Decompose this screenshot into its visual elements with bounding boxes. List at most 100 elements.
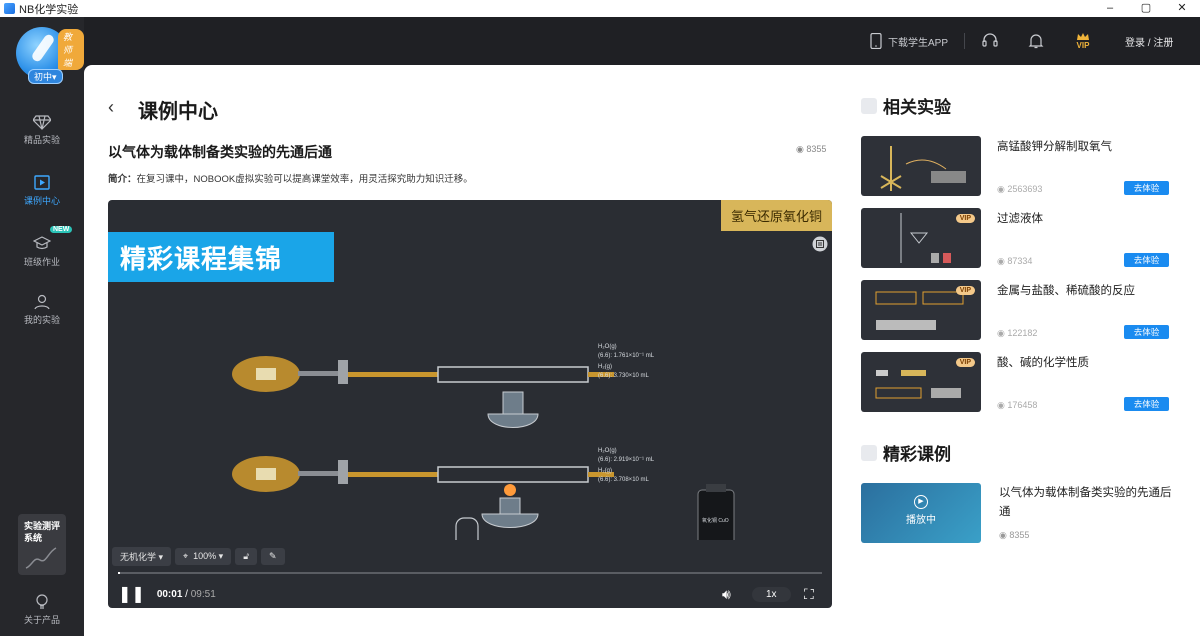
reading-label: H₂(g) (598, 468, 612, 474)
vip-badge: VIP (955, 214, 975, 223)
trophy-icon (861, 444, 877, 461)
related-item-views: ◉ 2563693 (997, 184, 1043, 194)
try-experiment-button[interactable]: 去体验 (1124, 253, 1169, 267)
reading-label: (6.6): 2.919×10⁻¹ mL (598, 457, 655, 463)
related-item-name: 高锰酸钾分解制取氧气 (997, 141, 1112, 153)
speed-button[interactable]: 1x (752, 586, 791, 602)
teacher-badge: 教师端 (58, 29, 84, 70)
page-title: 课例中心 (138, 101, 218, 123)
try-experiment-button[interactable]: 去体验 (1124, 181, 1169, 195)
related-item-views: ◉ 176458 (997, 400, 1038, 410)
flame (504, 484, 516, 496)
playing-label: 播放中 (906, 515, 936, 526)
related-item[interactable]: 高锰酸钾分解制取氧气 ◉ 2563693 去体验 (861, 136, 1191, 196)
glass-tube-upper (437, 366, 589, 383)
download-app-link[interactable]: 下载学生APP (870, 17, 948, 65)
eye-icon: ◉ (796, 144, 804, 154)
fullscreen-icon[interactable]: ⛶ (804, 586, 814, 603)
current-time: 00:01 (156, 588, 183, 600)
sidebar-item-label: 我的实验 (23, 315, 60, 325)
featured-thumbnail: ▶ 播放中 (861, 483, 981, 543)
zoom-control[interactable]: ⌖ 100% ▾ (175, 547, 232, 565)
related-item-views: ◉ 87334 (997, 256, 1033, 266)
featured-item-title: 以气体为载体制备类实验的先通后通 (999, 487, 1172, 518)
chart-line-icon (25, 547, 57, 569)
vip-badge: VIP (955, 286, 975, 295)
alcohol-lamp-upper (487, 391, 539, 428)
eval-card-label: 实验测评系统 (24, 521, 61, 543)
eval-system-card[interactable]: 实验测评系统 (18, 514, 66, 575)
back-button[interactable]: ‹ (108, 97, 114, 118)
sidebar-item-class-homework[interactable]: NEW 班级作业 (0, 226, 84, 268)
related-item[interactable]: VIP 金属与盐酸、稀硫酸的反应 ◉ 122182 去体验 (861, 280, 1191, 340)
experiment-thumbnail: VIP (861, 208, 981, 268)
volume-icon[interactable]: 🔊︎ (722, 586, 731, 603)
sidebar-item-label: 关于产品 (23, 615, 60, 625)
sidebar-item-about[interactable]: 关于产品 (0, 594, 84, 626)
reading-label: H₂O(g) (598, 344, 617, 350)
reading-label: H₂(g) (598, 364, 612, 370)
video-player[interactable]: 精彩课程集锦 氢气还原氧化铜 H₂O(g) (6.6): 1.761×10⁻¹ … (108, 200, 832, 608)
user-icon (34, 294, 50, 310)
new-badge: NEW (50, 226, 73, 233)
grade-selector[interactable]: 初中▾ (28, 69, 63, 84)
main-panel: ‹ 课例中心 以气体为载体制备类实验的先通后通 ◉ 8355 简介：在复习课中，… (84, 65, 1200, 636)
reading-label: (6.6): 1.761×10⁻¹ mL (598, 353, 655, 359)
video-progress-bar[interactable] (118, 572, 822, 574)
related-item[interactable]: VIP 酸、碱的化学性质 ◉ 176458 去体验 (861, 352, 1191, 412)
crown-icon (1077, 32, 1089, 40)
support-button[interactable] (982, 17, 998, 65)
experiment-thumbnail: VIP (861, 280, 981, 340)
lock-icon[interactable]: 🔓︎ (235, 547, 258, 565)
time-separator: / (182, 588, 191, 600)
pause-button[interactable]: ❚❚ (118, 584, 145, 604)
pen-icon[interactable]: ✎ (261, 547, 285, 565)
sidebar-item-label: 课例中心 (23, 196, 60, 206)
headset-icon (982, 33, 998, 47)
close-button[interactable]: ✕ (1164, 0, 1200, 17)
bell-icon (1028, 34, 1044, 49)
play-icon: ▶ (914, 495, 928, 509)
lightbulb-icon (36, 594, 48, 609)
experiment-thumbnail: VIP (861, 352, 981, 412)
related-experiments-title: 相关实验 (861, 93, 951, 118)
beaker (455, 517, 479, 540)
related-item-views: ◉ 122182 (997, 328, 1038, 338)
sidebar-item-label: 精品实验 (23, 135, 60, 145)
related-item-name: 酸、碱的化学性质 (997, 357, 1089, 369)
sidebar-item-lesson-center[interactable]: 课例中心 (0, 175, 84, 207)
glass-tube-lower (437, 466, 589, 483)
phone-icon (870, 33, 882, 49)
featured-item-views: ◉ 8355 (999, 530, 1030, 540)
alcohol-lamp-lower (481, 497, 539, 528)
video-icon (34, 175, 50, 190)
featured-lessons-title: 精彩课例 (861, 440, 951, 465)
login-register-link[interactable]: 登录 / 注册 (1125, 17, 1173, 65)
app-icon (4, 3, 15, 14)
sidebar-item-premium-experiments[interactable]: 精品实验 (0, 114, 84, 146)
experiment-thumbnail (861, 136, 981, 196)
maximize-button[interactable]: ▢ (1128, 0, 1164, 17)
related-item[interactable]: VIP 过滤液体 ◉ 87334 去体验 (861, 208, 1191, 268)
sidebar-item-my-experiments[interactable]: 我的实验 (0, 294, 84, 326)
video-control-bar: ❚❚ 00:01 / 09:51 🔊︎ 1x ⛶ (108, 580, 832, 608)
flask-icon (861, 97, 877, 114)
try-experiment-button[interactable]: 去体验 (1124, 325, 1169, 339)
vip-label: VIP (1076, 40, 1090, 50)
lab-apparatus-scene: H₂O(g) (6.6): 1.761×10⁻¹ mL H₂(g) (6.6):… (232, 344, 735, 540)
notification-button[interactable] (1028, 17, 1044, 65)
vip-button[interactable]: VIP (1076, 17, 1090, 65)
reading-label: (6.6): 3.730×10 mL (598, 373, 650, 379)
video-tool-bar: 无机化学 ▾ ⌖ 100% ▾ 🔓︎ ✎ (108, 545, 289, 567)
reagent-bottle (697, 489, 735, 540)
try-experiment-button[interactable]: 去体验 (1124, 397, 1169, 411)
download-app-label: 下载学生APP (888, 37, 949, 49)
graduation-cap-icon (33, 236, 51, 250)
reading-label: (6.6): 3.708×10 mL (598, 477, 650, 483)
bottle-label: 氧化铜 CuO (702, 517, 729, 524)
featured-lesson-item[interactable]: ▶ 播放中 以气体为载体制备类实验的先通后通 ◉ 8355 (861, 483, 1191, 543)
minimize-button[interactable]: – (1092, 0, 1128, 17)
subject-select[interactable]: 无机化学 ▾ (112, 546, 172, 566)
top-header: 下载学生APP VIP 登录 / 注册 (84, 17, 1200, 65)
window-title: NB化学实验 (19, 3, 79, 16)
